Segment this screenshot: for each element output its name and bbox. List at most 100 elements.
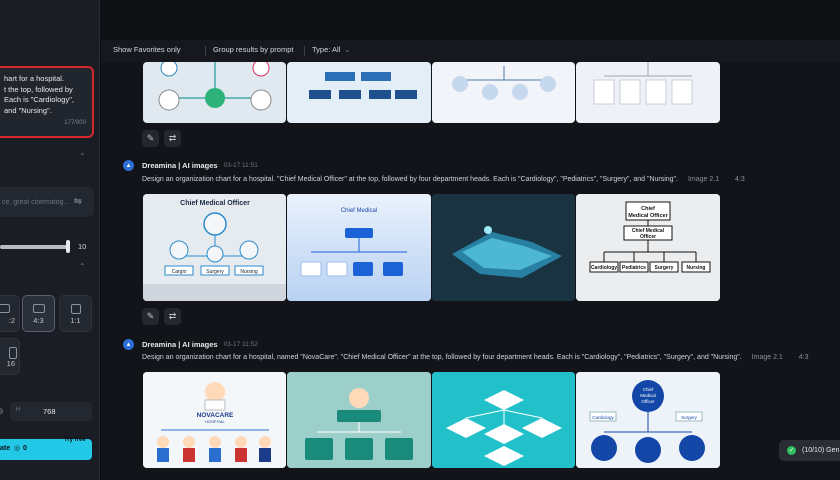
node-label: Nursing <box>240 269 257 275</box>
sliders-icon[interactable]: ⇋ <box>74 196 82 207</box>
style-input[interactable]: ce, great cinematog... ⇋ <box>0 187 94 217</box>
svg-text:Officer: Officer <box>641 399 655 404</box>
chart-title: Chief Medical Officer <box>180 200 250 207</box>
result-image[interactable] <box>143 62 286 123</box>
node-label: Surgery <box>681 415 698 420</box>
filter-bar: Show Favorites only Group results by pro… <box>101 40 840 62</box>
group-label: Group results by prompt <box>213 45 294 54</box>
result-image[interactable]: Chief Medical Officer Cargio Surgery Nur… <box>143 194 286 301</box>
chevron-down-icon: ⌄ <box>344 46 351 54</box>
ratio-option-4-3[interactable]: 4:3 <box>22 295 55 332</box>
generate-cost: 0 <box>23 445 27 452</box>
org-chart-thumbnail: Chief Medical Officer Chief Medical Offi… <box>576 194 720 301</box>
group-timestamp: 03-17 11:51 <box>223 162 258 169</box>
link-icon[interactable]: ⊖ <box>0 406 4 417</box>
org-chart-thumbnail <box>452 66 556 100</box>
prompt-text: hart for a hospital. t the top, followed… <box>4 74 74 115</box>
height-label: H <box>16 407 21 413</box>
node-label: Surgery <box>655 265 674 271</box>
group-timestamp: 03-17 11:52 <box>223 341 258 348</box>
chart-title: Chief Medical <box>341 208 377 214</box>
regenerate-icon[interactable]: ⇄ <box>164 130 181 147</box>
org-chart-thumbnail <box>432 194 575 301</box>
top-bar <box>101 0 840 40</box>
brand-name: NOVACARE <box>197 412 234 419</box>
app-window: hart for a hospital. t the top, followed… <box>0 0 840 480</box>
results-area: Show Favorites only Group results by pro… <box>101 0 840 480</box>
style-placeholder: ce, great cinematog... <box>2 199 70 206</box>
prompt-char-count: 177/800 <box>64 120 86 126</box>
model-badge: Image 2.1 <box>687 176 720 183</box>
org-chart-thumbnail: NOVACARE HOSPITAL <box>143 372 286 468</box>
svg-text:Chief: Chief <box>641 206 655 212</box>
dimension-inputs: ⊖ H 768 <box>0 402 92 421</box>
prompt-input[interactable]: hart for a hospital. t the top, followed… <box>0 66 94 138</box>
dreamina-logo-icon: ▲ <box>123 339 134 350</box>
group-header: ▲ Dreamina | AI images 03-17 11:51 <box>123 160 258 171</box>
generate-button[interactable]: ate ◎ 0 Try free <box>0 437 92 460</box>
chevron-up-icon[interactable]: ⌃ <box>79 262 86 271</box>
org-chart-thumbnail <box>287 372 431 468</box>
generation-status-toast[interactable]: ✓ (10/10) Gen <box>779 440 840 461</box>
group-prompt: Design an organization chart for a hospi… <box>142 354 832 361</box>
ratio-option-9-16[interactable]: 16 <box>0 338 20 375</box>
count-slider-value: 10 <box>78 242 87 251</box>
type-dropdown[interactable]: Type: All ⌄ <box>312 45 350 54</box>
divider <box>304 46 305 56</box>
try-free-badge: Try free <box>64 437 86 443</box>
generate-label: ate <box>0 445 11 452</box>
count-slider-handle[interactable] <box>66 240 70 253</box>
group-toggle[interactable]: Group results by prompt <box>213 45 293 54</box>
org-chart-thumbnail <box>593 62 693 105</box>
regenerate-icon[interactable]: ⇄ <box>164 308 181 325</box>
height-value: 768 <box>43 407 56 416</box>
result-image[interactable] <box>287 372 431 468</box>
ratio-icon <box>9 347 17 359</box>
node-label: Cardiology <box>592 415 614 420</box>
result-image[interactable]: Chief Medical Officer Chief Medical Offi… <box>576 194 720 301</box>
edit-icon[interactable]: ✎ <box>142 130 159 147</box>
node-label: Cardiology <box>591 265 617 271</box>
result-image[interactable] <box>576 62 720 123</box>
result-image[interactable]: Chief Medical Officer Cardiology Surgery <box>576 372 720 468</box>
result-image[interactable] <box>432 372 575 468</box>
result-image[interactable]: Chief Medical <box>287 194 431 301</box>
type-label: Type: All <box>312 45 341 54</box>
group-source: Dreamina | AI images <box>142 340 218 349</box>
height-input[interactable]: H 768 <box>10 402 92 421</box>
ratio-option-3-2[interactable]: :2 <box>0 295 20 332</box>
node-label: Nursing <box>687 265 706 271</box>
dreamina-logo-icon: ▲ <box>123 160 134 171</box>
result-image[interactable] <box>287 62 431 123</box>
ratio-icon <box>32 304 45 313</box>
ratio-label: 1:1 <box>70 316 81 325</box>
prompt-text: Design an organization chart for a hospi… <box>142 176 678 183</box>
svg-text:Medical: Medical <box>640 393 656 398</box>
node-label: Pediatrics <box>622 265 646 271</box>
brand-subtitle: HOSPITAL <box>205 419 225 424</box>
result-image[interactable] <box>432 62 575 123</box>
count-slider-track[interactable] <box>0 245 68 249</box>
ratio-label: 16 <box>6 359 15 368</box>
favorites-toggle[interactable]: Show Favorites only <box>113 45 181 54</box>
edit-icon[interactable]: ✎ <box>142 308 159 325</box>
prompt-text: Design an organization chart for a hospi… <box>142 354 742 361</box>
node-label: Surgery <box>206 269 224 275</box>
org-chart-thumbnail <box>158 62 272 111</box>
org-chart-thumbnail: Chief Medical <box>287 194 431 301</box>
ratio-badge: 4:3 <box>798 354 809 361</box>
result-image[interactable]: NOVACARE HOSPITAL <box>143 372 286 468</box>
group-source: Dreamina | AI images <box>142 161 218 170</box>
chevron-up-icon[interactable]: ⌃ <box>79 152 86 161</box>
group-header: ▲ Dreamina | AI images 03-17 11:52 <box>123 339 258 350</box>
ratio-badge: 4:3 <box>735 176 745 183</box>
favorites-label: Show Favorites only <box>113 45 181 54</box>
ratio-option-1-1[interactable]: 1:1 <box>59 295 92 332</box>
ratio-label: :2 <box>8 316 15 325</box>
node-label: Cargio <box>172 269 187 275</box>
org-chart-thumbnail <box>309 72 417 99</box>
org-chart-thumbnail: Chief Medical Officer Cargio Surgery Nur… <box>143 194 286 301</box>
divider <box>205 46 206 56</box>
result-image[interactable] <box>432 194 575 301</box>
settings-panel: hart for a hospital. t the top, followed… <box>0 0 100 480</box>
